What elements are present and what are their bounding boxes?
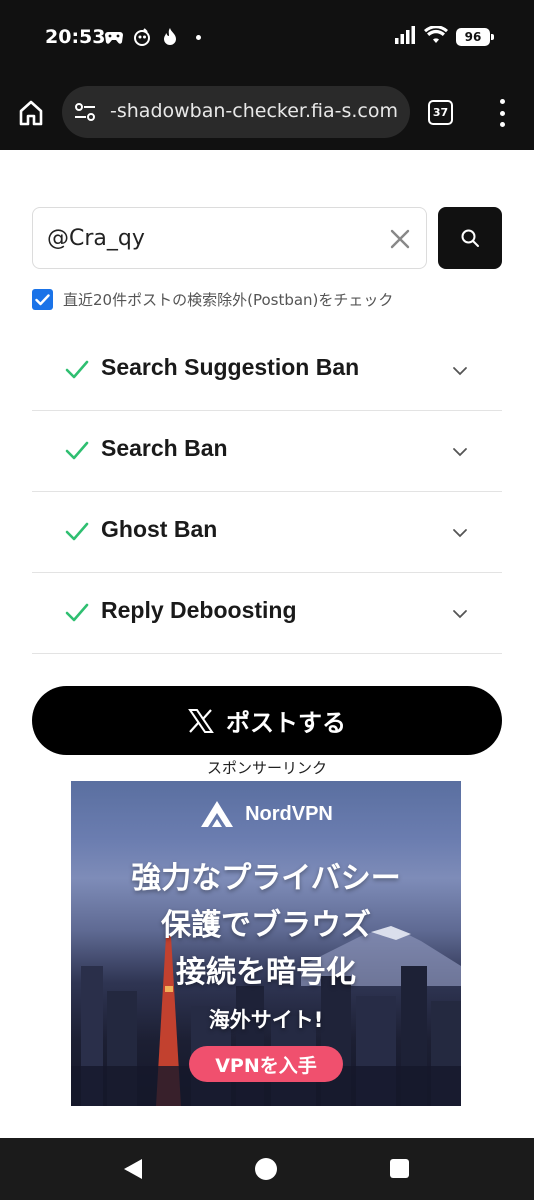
url-text[interactable]: -shadowban-checker.fia-s.com	[110, 100, 405, 122]
home-icon	[19, 100, 43, 126]
back-icon[interactable]	[122, 1158, 144, 1180]
check-icon	[65, 440, 89, 462]
check-icon	[65, 521, 89, 543]
result-search-suggestion-ban[interactable]: Search Suggestion Ban	[32, 330, 502, 411]
status-bar: 20:53 96	[0, 0, 534, 76]
ad-headline-line: 保護でブラウズ	[161, 908, 371, 943]
menu-dot	[499, 110, 505, 116]
result-label: Reply Deboosting	[101, 597, 297, 623]
search-field[interactable]	[32, 207, 427, 269]
home-button[interactable]	[16, 98, 46, 128]
system-icons: 96	[394, 25, 494, 48]
site-settings-icon[interactable]	[74, 102, 96, 122]
browser-toolbar: -shadowban-checker.fia-s.com 37	[0, 76, 534, 150]
search-input[interactable]	[47, 221, 367, 255]
ad-headline-line: 接続を暗号化	[176, 955, 356, 990]
check-icon	[65, 359, 89, 381]
postban-option[interactable]: 直近20件ポストの検索除外(Postban)をチェック	[32, 289, 393, 310]
result-reply-deboosting[interactable]: Reply Deboosting	[32, 573, 502, 654]
chevron-down-icon[interactable]	[452, 606, 468, 620]
tinder-flame-icon	[160, 27, 180, 47]
ad-subtext: 海外サイト!	[208, 1008, 324, 1032]
post-button-label: ポストする	[226, 709, 346, 737]
x-logo-icon	[188, 708, 214, 733]
post-to-x-button[interactable]: ポストする	[32, 686, 502, 755]
battery-indicator: 96	[456, 28, 494, 46]
result-ghost-ban[interactable]: Ghost Ban	[32, 492, 502, 573]
check-icon	[65, 602, 89, 624]
more-notifications-dot	[196, 34, 201, 40]
home-nav-icon[interactable]	[255, 1158, 277, 1180]
ad-brand-name: NordVPN	[245, 802, 333, 825]
nordvpn-logo-icon	[201, 801, 234, 827]
result-label: Search Suggestion Ban	[101, 354, 360, 380]
postban-checkbox[interactable]	[32, 289, 53, 310]
result-list: Search Suggestion Ban Search Ban Ghost B…	[32, 330, 502, 654]
result-search-ban[interactable]: Search Ban	[32, 411, 502, 492]
wifi-icon	[424, 25, 448, 48]
sponsor-label: スポンサーリンク	[206, 759, 327, 777]
chevron-down-icon[interactable]	[452, 363, 468, 377]
game-controller-icon	[104, 27, 124, 47]
checkmark-icon	[35, 293, 50, 305]
ad-brand: NordVPN	[71, 799, 461, 829]
signal-icon	[394, 26, 416, 48]
result-label: Ghost Ban	[101, 516, 218, 542]
overflow-menu-button[interactable]	[494, 99, 510, 127]
postban-label[interactable]: 直近20件ポストの検索除外(Postban)をチェック	[63, 289, 393, 310]
result-label: Search Ban	[101, 435, 228, 461]
ad-cta-button[interactable]: VPNを入手	[189, 1046, 343, 1082]
advertisement-banner[interactable]: NordVPN 強力なプライバシー 保護でブラウズ 接続を暗号化 海外サイト! …	[71, 781, 461, 1106]
chevron-down-icon[interactable]	[452, 525, 468, 539]
chevron-down-icon[interactable]	[452, 444, 468, 458]
status-time: 20:53	[45, 26, 106, 48]
menu-dot	[499, 122, 505, 127]
search-button[interactable]	[438, 207, 502, 269]
notification-icons	[104, 27, 201, 47]
recent-apps-icon[interactable]	[390, 1159, 409, 1178]
tab-switcher-button[interactable]: 37	[428, 100, 453, 125]
page-content: 直近20件ポストの検索除外(Postban)をチェック Search Sugge…	[0, 150, 534, 1138]
address-bar[interactable]: -shadowban-checker.fia-s.com	[62, 86, 410, 138]
search-icon	[461, 229, 479, 247]
menu-dot	[499, 99, 505, 104]
ad-headline-line: 強力なプライバシー	[131, 861, 401, 896]
ad-headline: 強力なプライバシー 保護でブラウズ 接続を暗号化	[71, 855, 461, 996]
clear-icon[interactable]	[388, 227, 412, 251]
system-nav-bar	[0, 1138, 534, 1200]
app-notification-icon	[132, 27, 152, 47]
